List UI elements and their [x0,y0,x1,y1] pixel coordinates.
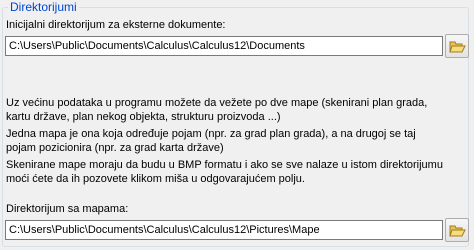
folder-open-icon [449,225,466,237]
info-paragraph-3-line-2: moći ćete da ih pozovete klikom miša u o… [6,173,305,185]
folder-open-icon [449,41,466,53]
maps-dir-path-field[interactable]: C:\Users\Public\Documents\Calculus\Calcu… [5,220,443,240]
groupbox-title: Direktorijumi [8,0,79,14]
info-paragraph-3-line-1: Skenirane mape moraju da budu u BMP form… [6,159,443,171]
maps-dir-label: Direktorijum sa mapama: [6,203,129,215]
external-docs-label: Inicijalni direktorijum za eksterne doku… [6,19,226,31]
external-docs-path-field[interactable]: C:\Users\Public\Documents\Calculus\Calcu… [5,36,443,56]
maps-dir-browse-button[interactable] [445,218,469,242]
info-paragraph-2-line-2: pojam pozicionira (npr. za grad karta dr… [6,142,224,154]
info-paragraph-1-line-2: kartu države, plan nekog objekta, strukt… [6,111,281,123]
info-paragraph-2-line-1: Jedna mapa je ona koja određuje pojam (n… [6,128,416,140]
external-docs-browse-button[interactable] [445,34,469,58]
info-paragraph-1-line-1: Uz većinu podataka u programu možete da … [6,97,428,109]
